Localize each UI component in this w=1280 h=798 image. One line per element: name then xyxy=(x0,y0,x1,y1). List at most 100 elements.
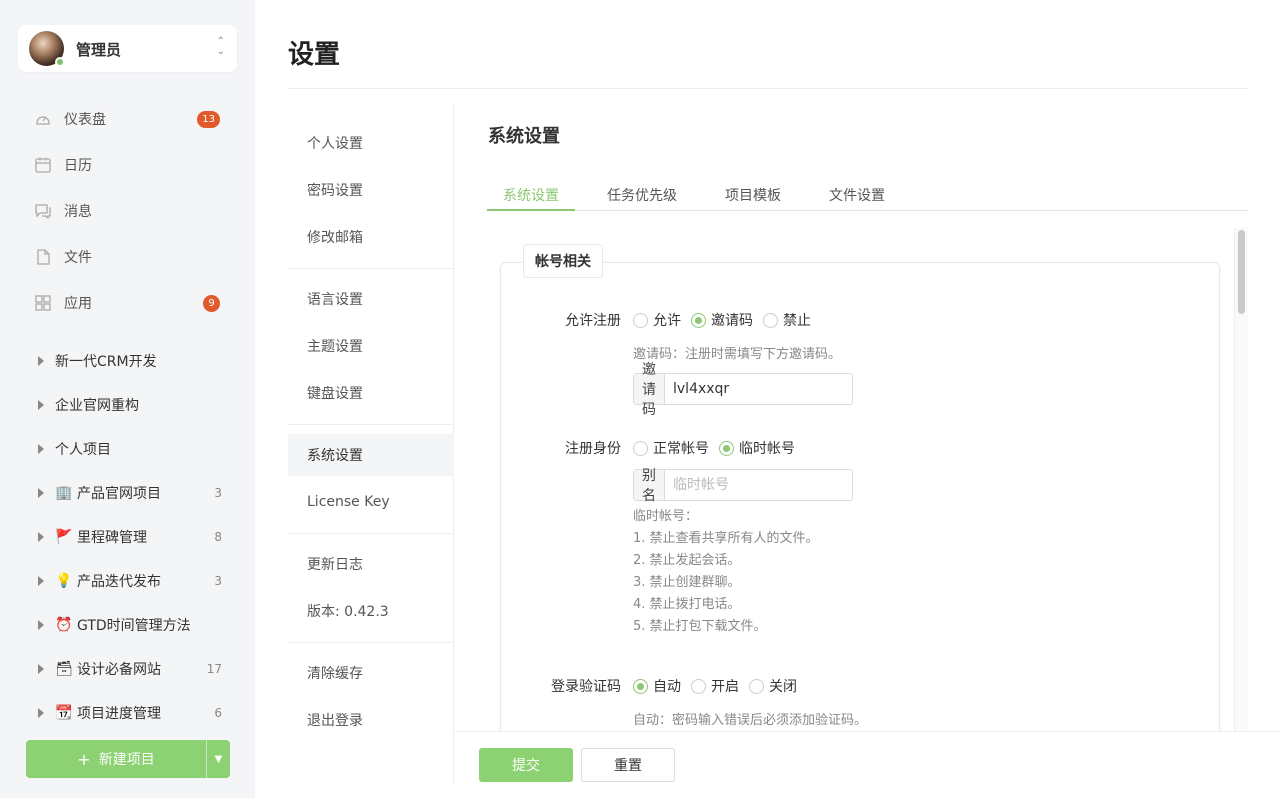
radio-label: 正常帐号 xyxy=(653,441,709,457)
radio-dot[interactable] xyxy=(719,440,734,456)
menu-item-password[interactable]: 密码设置 xyxy=(288,169,454,211)
chevron-down-icon[interactable]: ▼ xyxy=(206,740,230,778)
menu-item-theme[interactable]: 主题设置 xyxy=(288,325,454,367)
radio-dot[interactable] xyxy=(633,678,648,694)
rules-title: 临时帐号： xyxy=(633,509,699,524)
project-name: 企业官网重构 xyxy=(55,398,139,414)
project-item[interactable]: 个人项目 xyxy=(38,437,228,461)
notification-badge: 13 xyxy=(197,110,220,128)
project-name: 项目进度管理 xyxy=(77,706,161,722)
nav-item-files[interactable]: 文件 xyxy=(34,245,224,269)
radio-dot[interactable] xyxy=(691,312,706,328)
tab-system[interactable]: 系统设置 xyxy=(487,178,575,211)
vertical-scrollbar[interactable] xyxy=(1234,228,1248,731)
menu-item-clear-cache[interactable]: 清除缓存 xyxy=(288,652,454,694)
project-item[interactable]: 🏢 产品官网项目 3 xyxy=(38,481,228,505)
project-item[interactable]: 新一代CRM开发 xyxy=(38,349,228,373)
expand-triangle-icon[interactable] xyxy=(38,620,44,630)
radio-invite-code[interactable]: 邀请码 xyxy=(691,310,753,330)
expand-triangle-icon[interactable] xyxy=(38,576,44,586)
register-hint: 邀请码：注册时需填写下方邀请码。 xyxy=(633,347,842,362)
menu-item-logout[interactable]: 退出登录 xyxy=(288,699,454,741)
radio-dot[interactable] xyxy=(633,312,648,328)
new-project-button[interactable]: + 新建项目 xyxy=(26,740,206,778)
radio-allow[interactable]: 允许 xyxy=(633,310,681,330)
radio-off[interactable]: 关闭 xyxy=(749,676,797,696)
scrollbar-thumb[interactable] xyxy=(1238,230,1245,314)
alias-input[interactable] xyxy=(665,470,855,500)
settings-content[interactable]: 帐号相关 允许注册 允许 邀请码 禁止 邀请码：注册时需填写下方邀请码。 邀请码… xyxy=(488,228,1248,731)
radio-temp-account[interactable]: 临时帐号 xyxy=(719,438,795,458)
menu-item-system[interactable]: 系统设置 xyxy=(288,434,454,476)
expand-triangle-icon[interactable] xyxy=(38,400,44,410)
expand-triangle-icon[interactable] xyxy=(38,488,44,498)
nav-label: 应用 xyxy=(64,296,92,312)
tab-templates[interactable]: 项目模板 xyxy=(725,178,781,211)
temp-account-rules: 临时帐号： 1. 禁止查看共享所有人的文件。 2. 禁止发起会话。 3. 禁止创… xyxy=(633,506,819,638)
radio-on[interactable]: 开启 xyxy=(691,676,739,696)
radio-dot[interactable] xyxy=(633,440,648,456)
user-switcher[interactable]: 管理员 ⌃ ⌄ xyxy=(18,25,237,72)
invite-code-addon: 邀请码 xyxy=(634,362,665,418)
identity-radio-group: 正常帐号 临时帐号 xyxy=(633,438,805,458)
plus-icon: + xyxy=(77,749,91,769)
form-footer xyxy=(455,731,1280,798)
tab-priority[interactable]: 任务优先级 xyxy=(607,178,677,211)
menu-item-license[interactable]: License Key xyxy=(288,481,454,523)
nav-item-apps[interactable]: 应用 9 xyxy=(34,291,224,315)
expand-triangle-icon[interactable] xyxy=(38,664,44,674)
radio-dot[interactable] xyxy=(749,678,764,694)
divider xyxy=(288,533,454,534)
project-item[interactable]: 企业官网重构 xyxy=(38,393,228,417)
rule-item: 2. 禁止发起会话。 xyxy=(633,553,741,568)
nav-item-messages[interactable]: 消息 xyxy=(34,199,224,223)
project-item[interactable]: 🚩 里程碑管理 8 xyxy=(38,525,228,549)
nav-label: 仪表盘 xyxy=(64,112,106,128)
radio-label: 允许 xyxy=(653,313,681,329)
radio-dot[interactable] xyxy=(691,678,706,694)
project-item[interactable]: 🗃 设计必备网站 17 xyxy=(38,657,228,681)
alias-group: 别名 xyxy=(633,468,855,504)
dashboard-icon xyxy=(34,110,52,128)
alarm-clock-icon: ⏰ xyxy=(55,617,73,633)
expand-triangle-icon[interactable] xyxy=(38,708,44,718)
chevron-up-down-icon: ⌃ ⌄ xyxy=(216,36,225,57)
invite-code-group: 邀请码 xyxy=(633,362,855,418)
menu-item-language[interactable]: 语言设置 xyxy=(288,278,454,320)
project-name: GTD时间管理方法 xyxy=(77,618,191,634)
nav-item-calendar[interactable]: 日历 xyxy=(34,153,224,177)
project-item[interactable]: ⏰ GTD时间管理方法 xyxy=(38,613,228,637)
settings-tabs: 系统设置 任务优先级 项目模板 文件设置 xyxy=(487,178,1248,211)
menu-item-email[interactable]: 修改邮箱 xyxy=(288,216,454,258)
expand-triangle-icon[interactable] xyxy=(38,444,44,454)
radio-dot[interactable] xyxy=(763,312,778,328)
captcha-radio-group: 自动 开启 关闭 xyxy=(633,676,807,696)
project-item[interactable]: 📆 项目进度管理 6 xyxy=(38,701,228,725)
radio-label: 自动 xyxy=(653,679,681,695)
expand-triangle-icon[interactable] xyxy=(38,532,44,542)
calendar-emoji-icon: 📆 xyxy=(55,705,73,721)
settings-menu: 个人设置 密码设置 修改邮箱 语言设置 主题设置 键盘设置 系统设置 Licen… xyxy=(288,104,454,784)
radio-auto[interactable]: 自动 xyxy=(633,676,681,696)
tab-files[interactable]: 文件设置 xyxy=(829,178,885,211)
new-project-label: 新建项目 xyxy=(98,752,155,768)
menu-item-changelog[interactable]: 更新日志 xyxy=(288,543,454,585)
radio-label: 开启 xyxy=(711,679,739,695)
radio-label: 临时帐号 xyxy=(739,441,795,457)
menu-item-personal[interactable]: 个人设置 xyxy=(288,122,454,164)
submit-button[interactable]: 提交 xyxy=(479,748,573,782)
project-item[interactable]: 💡 产品迭代发布 3 xyxy=(38,569,228,593)
radio-forbid[interactable]: 禁止 xyxy=(763,310,811,330)
page-title: 设置 xyxy=(288,40,341,70)
project-name: 产品迭代发布 xyxy=(77,574,161,590)
nav-item-dashboard[interactable]: 仪表盘 13 xyxy=(34,107,224,131)
radio-normal-account[interactable]: 正常帐号 xyxy=(633,438,709,458)
reset-button[interactable]: 重置 xyxy=(581,748,675,782)
invite-code-input[interactable] xyxy=(665,374,855,404)
expand-triangle-icon[interactable] xyxy=(38,356,44,366)
menu-item-keyboard[interactable]: 键盘设置 xyxy=(288,372,454,414)
message-icon xyxy=(34,202,52,220)
register-label: 允许注册 xyxy=(565,313,621,329)
radio-label: 禁止 xyxy=(783,313,811,329)
project-name: 产品官网项目 xyxy=(77,486,161,502)
